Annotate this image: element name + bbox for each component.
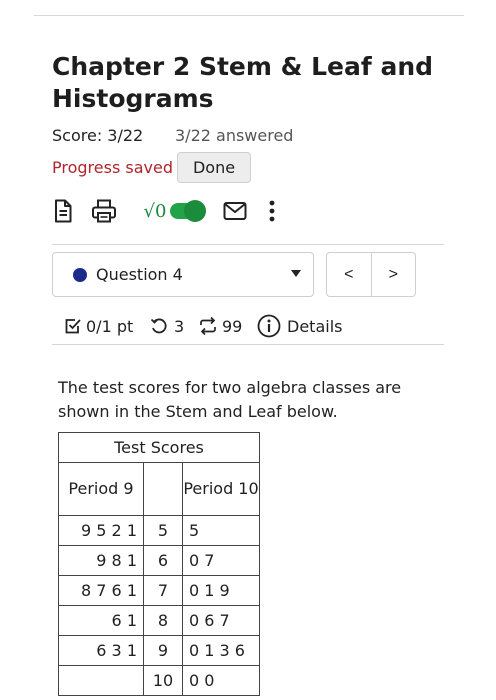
repeat-icon xyxy=(200,316,216,336)
table-row: 8 7 6 1 7 0 1 9 xyxy=(58,575,260,606)
checkbox-icon xyxy=(65,319,81,334)
right-leaves: 5 xyxy=(182,515,260,546)
right-column-header: Period 10 xyxy=(182,462,260,516)
chevron-down-icon xyxy=(291,270,301,277)
attempts-count: 3 xyxy=(174,316,185,336)
stem-value: 6 xyxy=(143,545,183,576)
right-leaves: 0 1 3 6 xyxy=(182,635,260,666)
info-icon xyxy=(257,314,281,338)
stem-value: 5 xyxy=(143,515,183,546)
next-question-button[interactable]: > xyxy=(371,253,415,296)
top-divider xyxy=(34,15,464,16)
left-leaves: 9 5 2 1 xyxy=(58,515,144,546)
details-button[interactable]: Details xyxy=(257,314,342,338)
previous-question-button[interactable]: < xyxy=(327,253,372,296)
stem-column-header xyxy=(143,462,183,516)
question-status-dot xyxy=(73,268,87,282)
left-leaves xyxy=(58,665,144,696)
stem-leaf-table: Test Scores Period 9 Period 10 9 5 2 1 5… xyxy=(58,432,260,696)
more-icon[interactable] xyxy=(266,199,278,223)
question-select-label: Question 4 xyxy=(96,265,183,284)
page-title: Chapter 2 Stem & Leaf and Histograms xyxy=(52,52,434,113)
right-leaves: 0 6 7 xyxy=(182,605,260,636)
stem-value: 10 xyxy=(143,665,183,696)
left-column-header: Period 9 xyxy=(58,462,144,516)
stem-value: 9 xyxy=(143,635,183,666)
retry-icon xyxy=(150,318,167,334)
sqrt-icon[interactable]: √0 xyxy=(140,199,170,223)
submissions-count: 99 xyxy=(222,316,243,336)
toggle-switch[interactable] xyxy=(170,200,206,222)
sqrt-label: √0 xyxy=(143,200,167,222)
progress-status: Progress saved xyxy=(52,158,173,177)
table-row: 6 3 1 9 0 1 3 6 xyxy=(58,635,260,666)
answered-count: 3/22 answered xyxy=(175,126,294,145)
details-label: Details xyxy=(287,316,343,336)
points-meta: 0/1 pt xyxy=(64,314,133,338)
toggle-knob xyxy=(184,200,206,222)
mail-icon[interactable] xyxy=(222,199,248,223)
left-leaves: 9 8 1 xyxy=(58,545,144,576)
toolbar-divider xyxy=(52,244,444,245)
question-nav: < > xyxy=(326,252,416,297)
done-button[interactable]: Done xyxy=(177,152,251,183)
right-leaves: 0 1 9 xyxy=(182,575,260,606)
right-leaves: 0 0 xyxy=(182,665,260,696)
table-row: 10 0 0 xyxy=(58,665,260,696)
left-leaves: 8 7 6 1 xyxy=(58,575,144,606)
stem-value: 8 xyxy=(143,605,183,636)
print-icon[interactable] xyxy=(91,199,117,223)
points-text: 0/1 pt xyxy=(86,316,134,336)
stem-value: 7 xyxy=(143,575,183,606)
document-icon[interactable] xyxy=(52,199,74,223)
left-leaves: 6 3 1 xyxy=(58,635,144,666)
table-caption: Test Scores xyxy=(58,432,260,463)
table-row: 6 1 8 0 6 7 xyxy=(58,605,260,636)
score-text: Score: 3/22 xyxy=(52,126,144,145)
question-select[interactable]: Question 4 xyxy=(52,252,314,297)
question-text: The test scores for two algebra classes … xyxy=(58,378,402,421)
meta-divider xyxy=(52,344,444,345)
table-row: 9 8 1 6 0 7 xyxy=(58,545,260,576)
table-row: 9 5 2 1 5 5 xyxy=(58,515,260,546)
right-leaves: 0 7 xyxy=(182,545,260,576)
left-leaves: 6 1 xyxy=(58,605,144,636)
submissions-meta: 99 xyxy=(198,314,242,338)
attempts-meta: 3 xyxy=(150,314,184,338)
